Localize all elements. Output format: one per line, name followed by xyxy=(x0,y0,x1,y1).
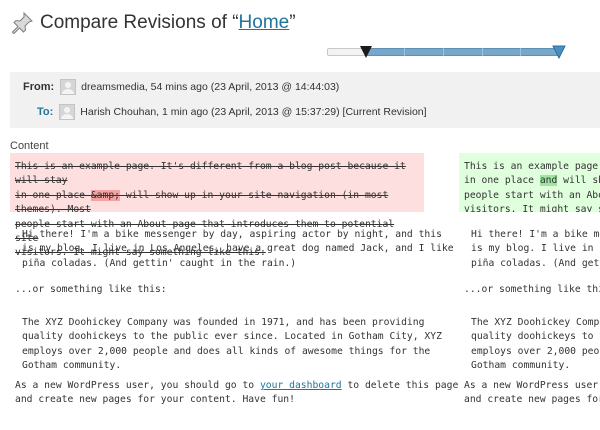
context-paragraph-2-right: ...or something like this xyxy=(464,284,600,295)
slider-tick xyxy=(443,48,444,56)
from-label: From: xyxy=(23,81,55,93)
slider-selected-range xyxy=(366,48,559,56)
context-paragraph-1: Hi there! I'm a bike messenger by day, a… xyxy=(22,229,454,269)
to-revision-info: Harish Chouhan, 1 min ago (23 April, 201… xyxy=(80,106,427,118)
slider-handle-from[interactable] xyxy=(359,45,373,59)
context-paragraph-3: The XYZ Doohickey Company was founded in… xyxy=(22,317,442,372)
page-header: Compare Revisions of “Home” xyxy=(10,8,296,38)
slider-tick xyxy=(520,48,521,56)
slider-handle-to[interactable] xyxy=(552,45,566,59)
from-revision-info: dreamsmedia, 54 mins ago (23 April, 2013… xyxy=(81,81,340,93)
context-paragraph-1-right: Hi there! I'm a bike mess is my blog. I … xyxy=(471,229,600,269)
context-paragraph-2: ...or something like this: xyxy=(15,284,167,295)
added-word-highlight: and xyxy=(539,175,558,187)
diff-deleted-block: This is an example page. It's different … xyxy=(10,153,424,258)
slider-tick xyxy=(482,48,483,56)
to-label: To: xyxy=(37,106,54,118)
pushpin-icon xyxy=(11,11,33,35)
revision-slider[interactable] xyxy=(327,45,566,67)
page-title: Compare Revisions of “Home” xyxy=(40,12,296,33)
context-paragraph-4: As a new WordPress user, you should go t… xyxy=(15,380,459,406)
context-paragraph-3-right: The XYZ Doohickey Company quality doohic… xyxy=(471,317,600,372)
avatar xyxy=(59,104,76,120)
page-title-link[interactable]: Home xyxy=(239,12,290,33)
slider-tick xyxy=(404,48,405,56)
deleted-word-highlight: &amp; xyxy=(90,189,120,201)
from-revision-row: From: dreamsmedia, 54 mins ago (23 April… xyxy=(23,77,339,97)
context-paragraph-4-right: As a new WordPress user, y and create ne… xyxy=(464,380,600,406)
to-revision-row: To: Harish Chouhan, 1 min ago (23 April,… xyxy=(37,102,427,122)
avatar xyxy=(60,79,77,95)
content-field-label: Content xyxy=(10,140,49,152)
dashboard-link[interactable]: your dashboard xyxy=(260,380,342,391)
diff-added-block: This is an example page. I in one place … xyxy=(459,153,600,212)
revision-meta-panel: From: dreamsmedia, 54 mins ago (23 April… xyxy=(10,72,600,128)
